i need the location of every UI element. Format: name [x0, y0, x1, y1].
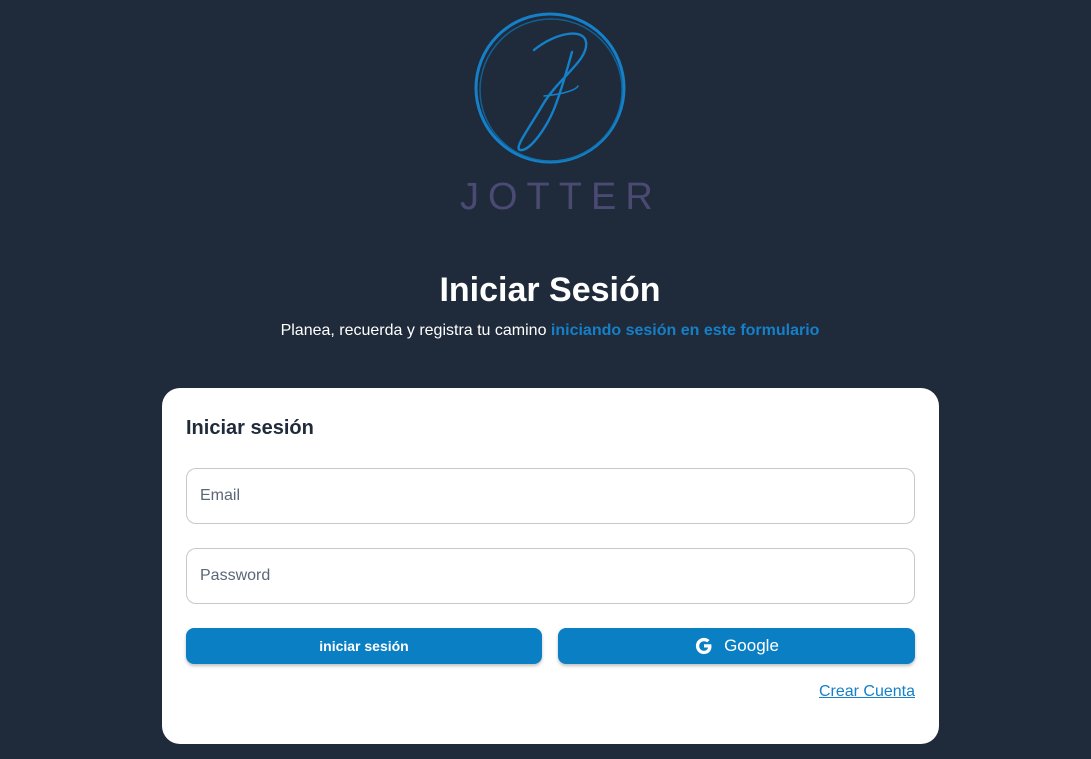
logo-circle-icon [474, 12, 626, 164]
google-login-button[interactable]: Google [558, 628, 915, 664]
page-subtitle: Planea, recuerda y registra tu camino in… [0, 321, 1091, 341]
google-icon [694, 636, 714, 656]
create-account-link[interactable]: Crear Cuenta [819, 682, 915, 702]
login-page: JOTTER Iniciar Sesión Planea, recuerda y… [0, 0, 1091, 759]
login-button[interactable]: iniciar sesión [186, 628, 542, 664]
email-field[interactable] [186, 468, 915, 524]
subtitle-highlight: iniciando sesión en este formulario [550, 322, 820, 339]
login-button-label: iniciar sesión [319, 638, 409, 654]
brand-name: JOTTER [460, 176, 662, 218]
login-card: Iniciar sesión iniciar sesión Google Cre… [162, 388, 939, 744]
jotter-logo: JOTTER [460, 8, 662, 223]
page-title: Iniciar Sesión [439, 271, 661, 309]
subtitle-text: Planea, recuerda y registra tu camino [280, 322, 551, 339]
password-field[interactable] [186, 548, 915, 604]
card-title: Iniciar sesión [186, 417, 314, 439]
google-button-label: Google [724, 636, 779, 655]
